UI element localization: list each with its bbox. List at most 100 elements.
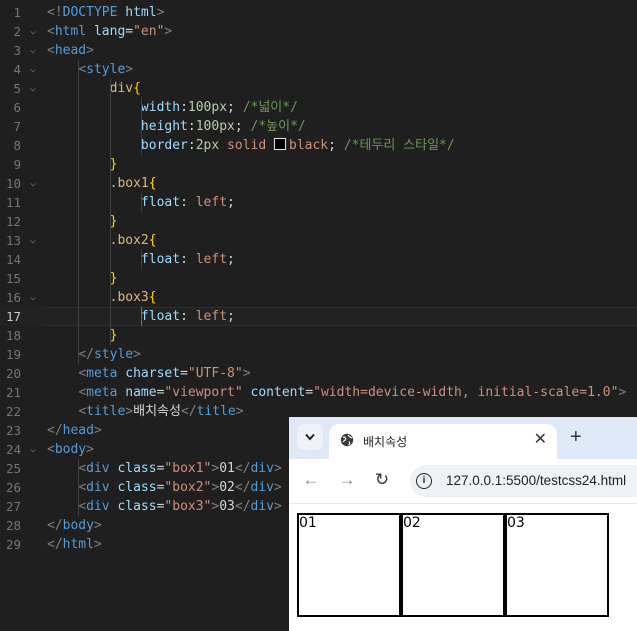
code-line[interactable]: 6 width:100px; /*넓이*/ [0, 98, 637, 117]
code-token: body [62, 518, 94, 533]
fold-chevron-icon[interactable]: ⌵ [30, 41, 36, 60]
code-token: /*높이*/ [250, 119, 306, 134]
code-token: : [180, 309, 196, 324]
line-number: 4 [13, 62, 21, 77]
code-token: content [250, 385, 306, 400]
code-token: 배치속성 [133, 404, 181, 419]
code-line[interactable]: 12 } [0, 212, 637, 231]
code-token: div [250, 480, 275, 495]
code-token: < [78, 385, 87, 400]
new-tab-button[interactable]: + [570, 425, 582, 449]
code-line[interactable]: 8 border:2px solid black; /*테두리 스타일*/ [0, 136, 637, 155]
fold-chevron-icon[interactable]: ⌵ [30, 174, 36, 193]
code-token: div [250, 499, 275, 514]
code-token: </ [234, 499, 251, 514]
fold-chevron-icon[interactable]: ⌵ [30, 60, 36, 79]
code-token: name [125, 385, 157, 400]
browser-toolbar: ← → ↻ i 127.0.0.1:5500/testcss24.html [289, 459, 637, 503]
fold-chevron-icon[interactable]: ⌵ [30, 79, 36, 98]
tab-active[interactable]: 배치속성 ✕ [329, 424, 557, 459]
code-line[interactable]: 2 ⌵ <html lang="en"> [0, 22, 637, 41]
line-number: 29 [5, 537, 21, 552]
code-text: <div class="box2">02</div> [47, 478, 282, 497]
code-token: body [54, 442, 87, 457]
reload-button[interactable]: ↻ [371, 470, 393, 490]
code-line[interactable]: 14 float: left; [0, 250, 637, 269]
code-text: <meta name="viewport" content="width=dev… [47, 383, 626, 402]
code-text: div{ [47, 79, 141, 98]
code-token: "box3" [164, 499, 212, 514]
code-line[interactable]: 21 <meta name="viewport" content="width=… [0, 383, 637, 402]
code-token: > [93, 518, 102, 533]
code-token: black [289, 138, 329, 153]
line-number: 19 [5, 347, 21, 362]
code-token: left [195, 252, 228, 267]
code-token: : [187, 119, 196, 134]
back-button[interactable]: ← [300, 470, 322, 490]
code-token: meta [86, 385, 118, 400]
fold-chevron-icon[interactable]: ⌵ [30, 22, 36, 41]
code-line[interactable]: 1 <!DOCTYPE html> [0, 3, 637, 22]
code-line[interactable]: 11 float: left; [0, 193, 637, 212]
code-line[interactable]: 17 float: left; [0, 307, 637, 326]
code-token: < [78, 499, 87, 514]
code-line[interactable]: 4 ⌵ <style> [0, 60, 637, 79]
code-token: } [109, 271, 118, 286]
code-line[interactable]: 16 ⌵ .box3{ [0, 288, 637, 307]
code-token: </ [234, 480, 251, 495]
address-bar[interactable]: i 127.0.0.1:5500/testcss24.html [410, 465, 637, 497]
code-token: 100px [187, 100, 228, 115]
code-token: > [274, 480, 282, 495]
line-number: 3 [13, 43, 21, 58]
line-number: 2 [13, 24, 21, 39]
code-token: 2px [195, 138, 220, 153]
code-line[interactable]: 10 ⌵ .box1{ [0, 174, 637, 193]
code-token: = [125, 24, 134, 39]
code-token: 100px [195, 119, 235, 134]
fold-chevron-icon[interactable]: ⌵ [30, 440, 36, 459]
code-line[interactable]: 19 </style> [0, 345, 637, 364]
globe-icon [340, 433, 354, 447]
code-text: <html lang="en"> [47, 22, 172, 41]
code-token: } [109, 328, 118, 343]
code-token: < [78, 404, 87, 419]
fold-chevron-icon[interactable]: ⌵ [30, 288, 36, 307]
code-token: > [86, 442, 94, 457]
code-token: 01 [219, 461, 235, 476]
code-line[interactable]: 5 ⌵ div{ [0, 79, 637, 98]
indent-guide [140, 250, 142, 269]
code-text: } [47, 326, 118, 345]
forward-button[interactable]: → [336, 470, 358, 490]
line-number: 11 [5, 195, 21, 210]
tab-search-button[interactable] [297, 424, 323, 450]
code-token: </ [47, 518, 63, 533]
code-token: div [250, 461, 275, 476]
site-info-icon[interactable]: i [416, 473, 432, 489]
tab-bar: 배치속성 ✕ + [289, 417, 637, 459]
code-line[interactable]: 7 height:100px; /*높이*/ [0, 117, 637, 136]
code-line[interactable]: 13 ⌵ .box2{ [0, 231, 637, 250]
line-number: 20 [5, 366, 21, 381]
code-line[interactable]: 9 } [0, 155, 637, 174]
line-number: 9 [13, 157, 21, 172]
code-line[interactable]: 15 } [0, 269, 637, 288]
url-text[interactable]: 127.0.0.1:5500/testcss24.html [446, 473, 626, 488]
fold-chevron-icon[interactable]: ⌵ [30, 231, 36, 250]
chevron-down-icon [305, 433, 315, 441]
code-line[interactable]: 3 ⌵ <head> [0, 41, 637, 60]
code-line[interactable]: 20 <meta charset="UTF-8"> [0, 364, 637, 383]
code-token: float [140, 252, 181, 267]
line-number: 14 [5, 252, 21, 267]
code-text: <div class="box3">03</div> [47, 497, 282, 516]
code-token: class [117, 461, 157, 476]
color-swatch-icon[interactable] [274, 138, 286, 150]
code-token: border [140, 138, 188, 153]
code-line[interactable]: 18 } [0, 326, 637, 345]
indent-guide [78, 60, 80, 364]
tab-close-button[interactable]: ✕ [534, 429, 547, 449]
